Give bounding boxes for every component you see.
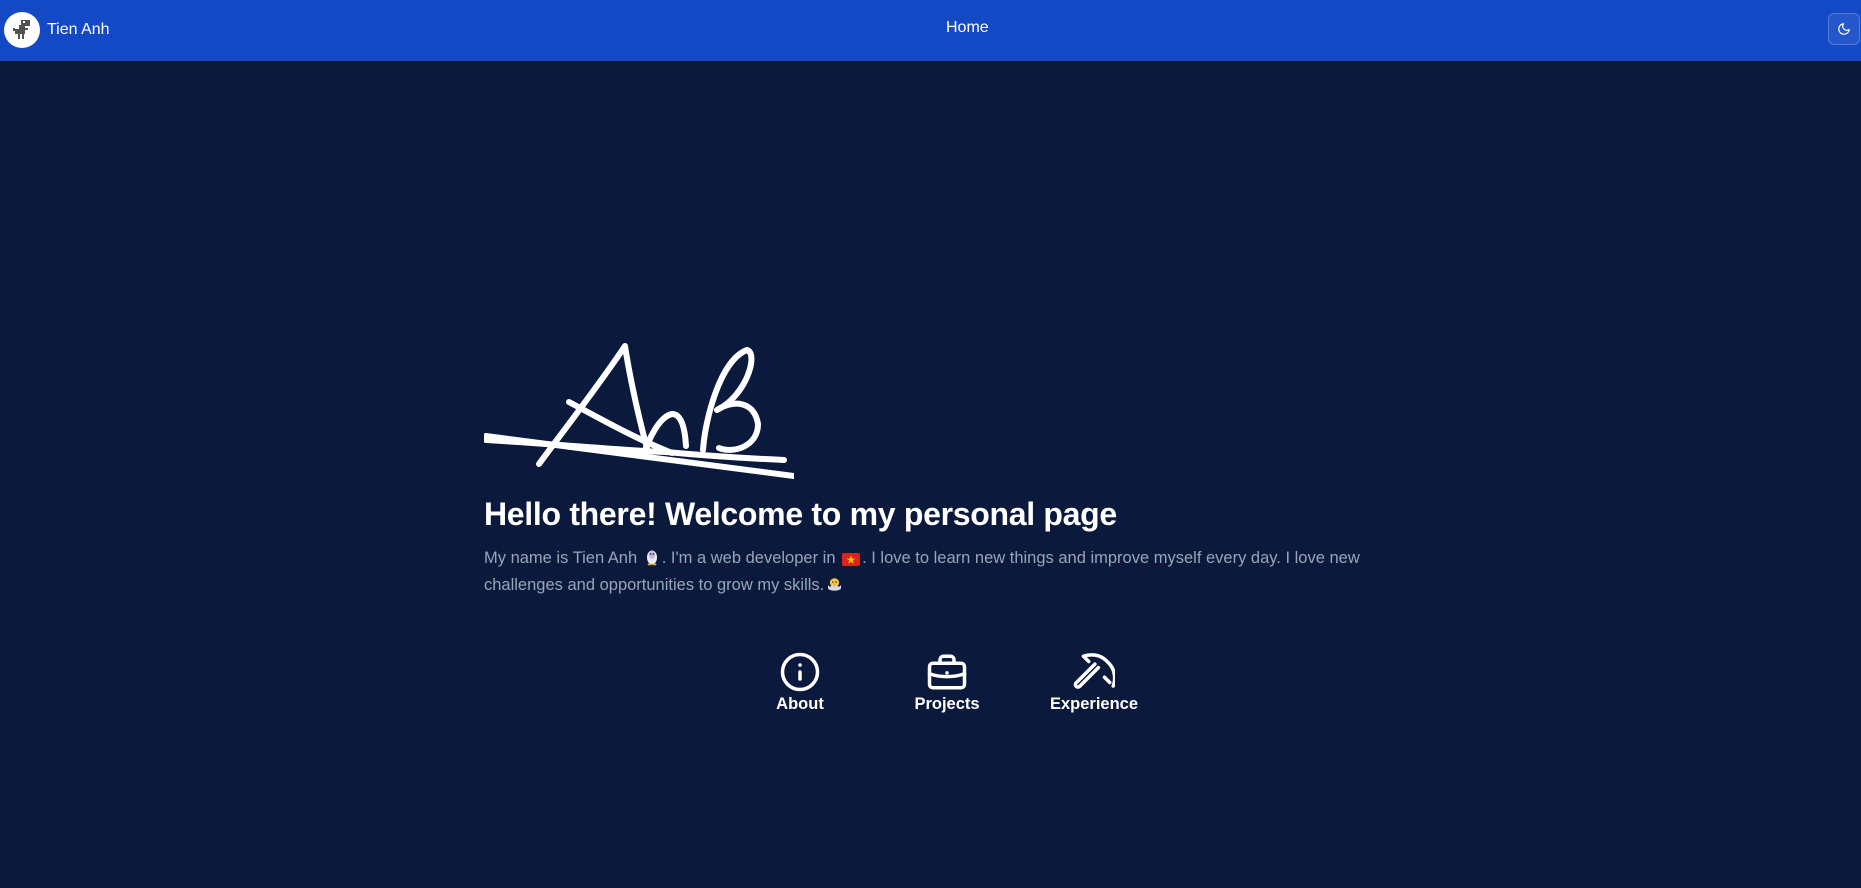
- about-label: About: [776, 695, 824, 713]
- section-links: About Projects Experience: [740, 651, 1138, 721]
- top-navbar: Tien Anh Home: [0, 0, 1861, 61]
- nav-home-link[interactable]: Home: [946, 19, 989, 37]
- theme-toggle-button[interactable]: [1828, 13, 1860, 45]
- vietnam-flag-icon: [842, 549, 861, 573]
- experience-link[interactable]: Experience: [1034, 651, 1154, 714]
- moon-icon: [1838, 23, 1850, 35]
- info-icon: [780, 652, 820, 692]
- intro-text-1: My name is Tien Anh: [484, 549, 642, 568]
- page-headline: Hello there! Welcome to my personal page: [484, 496, 1117, 532]
- projects-link[interactable]: Projects: [887, 651, 1007, 714]
- briefcase-icon: [927, 654, 967, 690]
- brand-link[interactable]: Tien Anh: [4, 12, 110, 48]
- pickaxe-icon: [1073, 653, 1115, 689]
- penguin-icon: [644, 548, 660, 573]
- projects-label: Projects: [914, 695, 980, 713]
- hatching-chick-icon: [826, 576, 843, 600]
- dino-avatar-icon: [4, 12, 40, 48]
- about-link[interactable]: About: [740, 651, 860, 714]
- intro-paragraph: My name is Tien Anh . I'm a web develope…: [484, 546, 1384, 600]
- anh-signature: [484, 343, 794, 479]
- experience-label: Experience: [1049, 695, 1139, 713]
- hero-section: Hello there! Welcome to my personal page…: [484, 340, 1404, 600]
- brand-name: Tien Anh: [47, 21, 110, 38]
- intro-text-2: . I'm a web developer in: [661, 549, 841, 568]
